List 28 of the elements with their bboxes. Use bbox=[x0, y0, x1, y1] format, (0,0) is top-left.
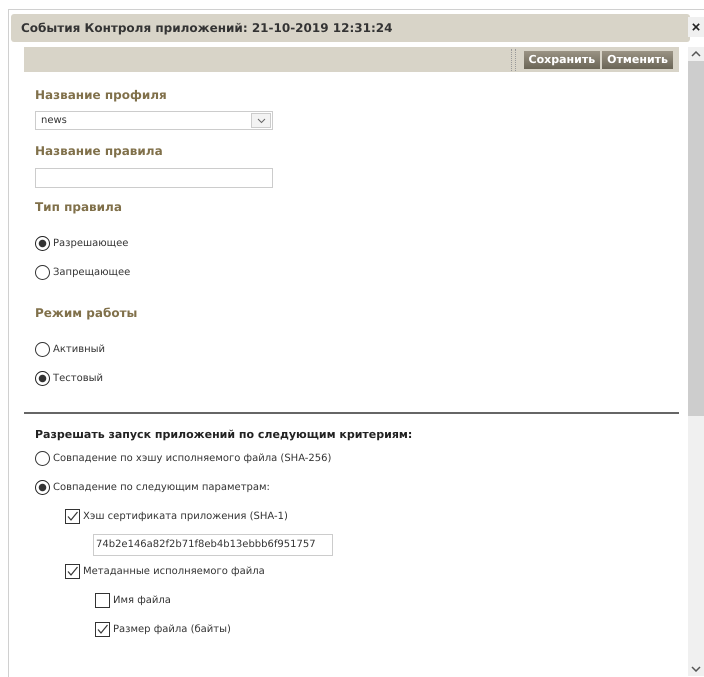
radio-option[interactable]: Запрещающее bbox=[35, 265, 679, 280]
radio-option[interactable]: Совпадение по следующим параметрам: bbox=[35, 480, 679, 495]
window-title: События Контроля приложений: 21-10-2019 12:31:24 bbox=[21, 21, 392, 35]
scrollbar-thumb[interactable] bbox=[688, 61, 704, 416]
field-label: Название правила bbox=[35, 144, 164, 158]
field-label: Режим работы bbox=[35, 306, 138, 320]
field-label: Тип правила bbox=[35, 200, 123, 214]
grip-icon bbox=[510, 48, 516, 70]
scroll-down-icon[interactable] bbox=[691, 666, 701, 672]
profile-select[interactable]: news bbox=[35, 111, 273, 130]
toolbar-button[interactable]: Сохранить bbox=[524, 50, 600, 68]
close-button[interactable]: × bbox=[688, 17, 704, 37]
radio-option[interactable]: Активный bbox=[35, 342, 679, 357]
field-label: Название профиля bbox=[35, 88, 168, 102]
scroll-up-icon[interactable] bbox=[691, 51, 701, 57]
dropdown-icon bbox=[251, 113, 271, 128]
scrollbar[interactable] bbox=[688, 47, 704, 676]
radio-option[interactable]: Разрешающее bbox=[35, 236, 679, 251]
toolbar-button[interactable]: Отменить bbox=[602, 50, 673, 68]
section-heading: Разрешать запуск приложений по следующим критериям: bbox=[35, 428, 414, 441]
checkbox-option[interactable]: Размер файла (байты) bbox=[95, 622, 679, 636]
radio-option[interactable]: Совпадение по хэшу исполняемого файла (SHA-256) bbox=[35, 451, 679, 466]
checkbox-option[interactable]: Метаданные исполняемого файла bbox=[65, 564, 679, 578]
radio-option[interactable]: Тестовый bbox=[35, 371, 679, 386]
input-field[interactable] bbox=[35, 168, 273, 188]
checkbox-option[interactable]: Хэш сертификата приложения (SHA-1) bbox=[65, 509, 679, 524]
input-field[interactable]: 74b2e146a82f2b71f8eb4b13ebbb6f951757 bbox=[93, 534, 333, 556]
checkbox-option[interactable]: Имя файла bbox=[95, 592, 679, 608]
